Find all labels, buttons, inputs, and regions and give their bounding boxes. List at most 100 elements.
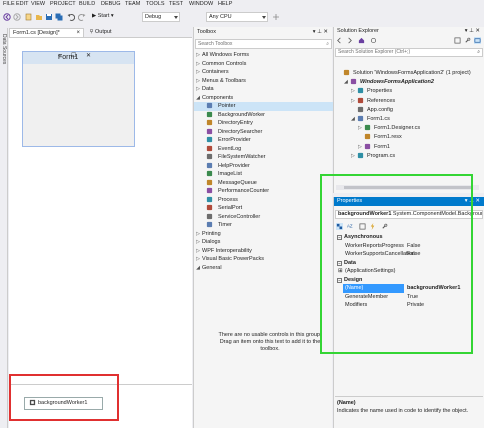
menu-project[interactable]: PROJECT	[50, 1, 76, 7]
toolbox-group[interactable]: ▷ Containers	[194, 68, 333, 77]
data-sources-tab[interactable]: Data Sources	[1, 34, 7, 64]
toolbox-group[interactable]: ▷ Common Controls	[194, 60, 333, 69]
save-all-icon[interactable]	[55, 13, 63, 21]
toolbox-item[interactable]: HelpProvider	[194, 162, 333, 171]
form-title-bar[interactable]: Form1 – ☐ ✕	[23, 52, 134, 64]
toolbox-group[interactable]: ▷ WPF Interoperability	[194, 247, 333, 256]
tab-output[interactable]: Output	[86, 28, 126, 37]
property-description: (Name) Indicates the name used in code t…	[335, 396, 483, 426]
toolbox-item-label: PerformanceCounter	[218, 188, 270, 194]
toolbox-item[interactable]: Process	[194, 196, 333, 205]
expand-arrow-icon: ▷	[196, 247, 200, 254]
toolbox-item[interactable]: FileSystemWatcher	[194, 153, 333, 162]
menu-bar: FILE EDIT VIEW PROJECT BUILD DEBUG TEAM …	[0, 0, 484, 10]
back-icon[interactable]	[3, 13, 11, 21]
toolbox-item[interactable]: Pointer	[194, 102, 333, 111]
solution-explorer-search-input[interactable]: Search Solution Explorer (Ctrl+;) ⌕	[335, 48, 483, 57]
pane-controls-icon[interactable]: ▾ ⊥ ✕	[465, 27, 480, 36]
toolbar-options-icon[interactable]	[272, 13, 280, 21]
wrench-icon[interactable]	[464, 37, 471, 44]
toolbox-item[interactable]: DirectoryEntry	[194, 119, 333, 128]
toolbox-item[interactable]: MessageQueue	[194, 179, 333, 188]
form-designer-surface[interactable]: Form1 – ☐ ✕	[9, 37, 192, 428]
toolbox-item[interactable]: ImageList	[194, 170, 333, 179]
toolbox-group[interactable]: ▷ Printing	[194, 230, 333, 239]
open-file-icon[interactable]	[35, 13, 43, 21]
toolbox-group-label: Components	[202, 94, 234, 101]
pointer-icon	[206, 102, 213, 109]
csharp-file-icon	[357, 152, 364, 158]
preview-icon[interactable]	[474, 37, 481, 44]
toolbox-item[interactable]: Timer	[194, 221, 333, 230]
toolbox-item[interactable]: BackgroundWorker	[194, 111, 333, 120]
timer-icon	[206, 221, 213, 228]
solution-tree-item[interactable]: ▷ Properties	[351, 87, 392, 95]
pin-icon[interactable]	[89, 29, 94, 34]
menu-test[interactable]: TEST	[169, 1, 183, 7]
home-icon[interactable]	[358, 37, 365, 44]
expand-arrow-icon: ▷	[196, 69, 200, 75]
toolbox-item[interactable]: PerformanceCounter	[194, 187, 333, 196]
directory-entry-icon	[206, 119, 213, 126]
new-project-icon[interactable]	[25, 13, 33, 21]
solution-tree-item[interactable]: Form1.resx	[358, 133, 402, 141]
toolbox-item[interactable]: EventLog	[194, 145, 333, 154]
redo-icon[interactable]	[78, 13, 86, 21]
toolbox-search-input[interactable]: Search Toolbox ⌕	[195, 39, 332, 49]
toolbox-group[interactable]: ▷ Data	[194, 85, 333, 94]
expand-arrow-icon: ▷	[196, 77, 200, 84]
toolbox-item[interactable]: ServiceController	[194, 213, 333, 222]
toolbox-item-label: DirectorySearcher	[218, 128, 263, 135]
data-sources-strip[interactable]: Data Sources	[0, 28, 8, 428]
toolbox-group-label: WPF Interoperability	[202, 247, 252, 254]
configuration-dropdown[interactable]: Debug	[142, 12, 180, 22]
menu-window[interactable]: WINDOW	[189, 1, 213, 7]
toolbox-group[interactable]: ▷ All Windows Forms	[194, 51, 333, 60]
forward-icon[interactable]	[13, 13, 21, 21]
toolbox-item-label: ServiceController	[218, 213, 261, 220]
solution-tree-item[interactable]: ▷ Form1	[358, 143, 390, 151]
start-button[interactable]: ▶ Start ▾	[92, 13, 114, 19]
solution-tree-item-label: Program.cs	[367, 152, 396, 159]
solution-tree-item[interactable]: Solution 'WindowsFormsApplication2' (1 p…	[337, 69, 471, 77]
toolbox-group[interactable]: ◢ Components	[194, 94, 333, 103]
menu-edit[interactable]: EDIT	[16, 1, 29, 7]
solution-tree-item[interactable]: ▷ Form1.Designer.cs	[358, 124, 420, 132]
menu-file[interactable]: FILE	[3, 1, 15, 7]
wrench-icon	[357, 88, 364, 94]
toolbox-item[interactable]: ErrorProvider	[194, 136, 333, 145]
menu-debug[interactable]: DEBUG	[101, 1, 121, 7]
toolbox-item[interactable]: SerialPort	[194, 204, 333, 213]
undo-icon[interactable]	[67, 13, 75, 21]
solution-tree-item[interactable]: ◢ WindowsFormsApplication2	[344, 78, 434, 86]
solution-explorer-header: Solution Explorer ▾ ⊥ ✕	[334, 27, 484, 36]
pane-controls-icon[interactable]: ▾ ⊥ ✕	[313, 27, 328, 38]
forward-icon[interactable]	[346, 37, 353, 44]
toolbox-item-label: FileSystemWatcher	[218, 154, 266, 160]
platform-dropdown[interactable]: Any CPU	[206, 12, 268, 22]
show-all-files-icon[interactable]	[454, 37, 461, 44]
menu-view[interactable]: VIEW	[31, 1, 45, 7]
menu-help[interactable]: HELP	[218, 1, 232, 7]
tab-label: Form1.cs [Design]*	[13, 30, 60, 36]
toolbox-group[interactable]: ▷ Dialogs	[194, 238, 333, 247]
solution-tree-item[interactable]: App.config	[351, 106, 393, 114]
solution-tree-item[interactable]: ▷ References	[351, 97, 395, 105]
sync-icon[interactable]	[370, 37, 377, 44]
form-window[interactable]: Form1 – ☐ ✕	[22, 51, 135, 147]
tab-form1-design[interactable]: Form1.cs [Design]* ×	[9, 28, 84, 37]
menu-tools[interactable]: TOOLS	[146, 1, 165, 7]
menu-build[interactable]: BUILD	[79, 1, 95, 7]
toolbox-item[interactable]: DirectorySearcher	[194, 128, 333, 137]
menu-team[interactable]: TEAM	[125, 1, 140, 7]
toolbox-group[interactable]: ◢ General	[194, 264, 333, 273]
back-icon[interactable]	[336, 37, 343, 44]
toolbox-group[interactable]: ▷ Visual Basic PowerPacks	[194, 255, 333, 264]
tab-label: Output	[95, 29, 112, 35]
platform-value: Any CPU	[209, 14, 232, 20]
solution-tree-item[interactable]: ▷ Program.cs	[351, 152, 395, 160]
solution-tree-item[interactable]: ◢ Form1.cs	[351, 115, 390, 123]
toolbox-group[interactable]: ▷ Menus & Toolbars	[194, 77, 333, 86]
toolbox-item-label: BackgroundWorker	[218, 111, 265, 118]
save-icon[interactable]	[45, 13, 53, 21]
